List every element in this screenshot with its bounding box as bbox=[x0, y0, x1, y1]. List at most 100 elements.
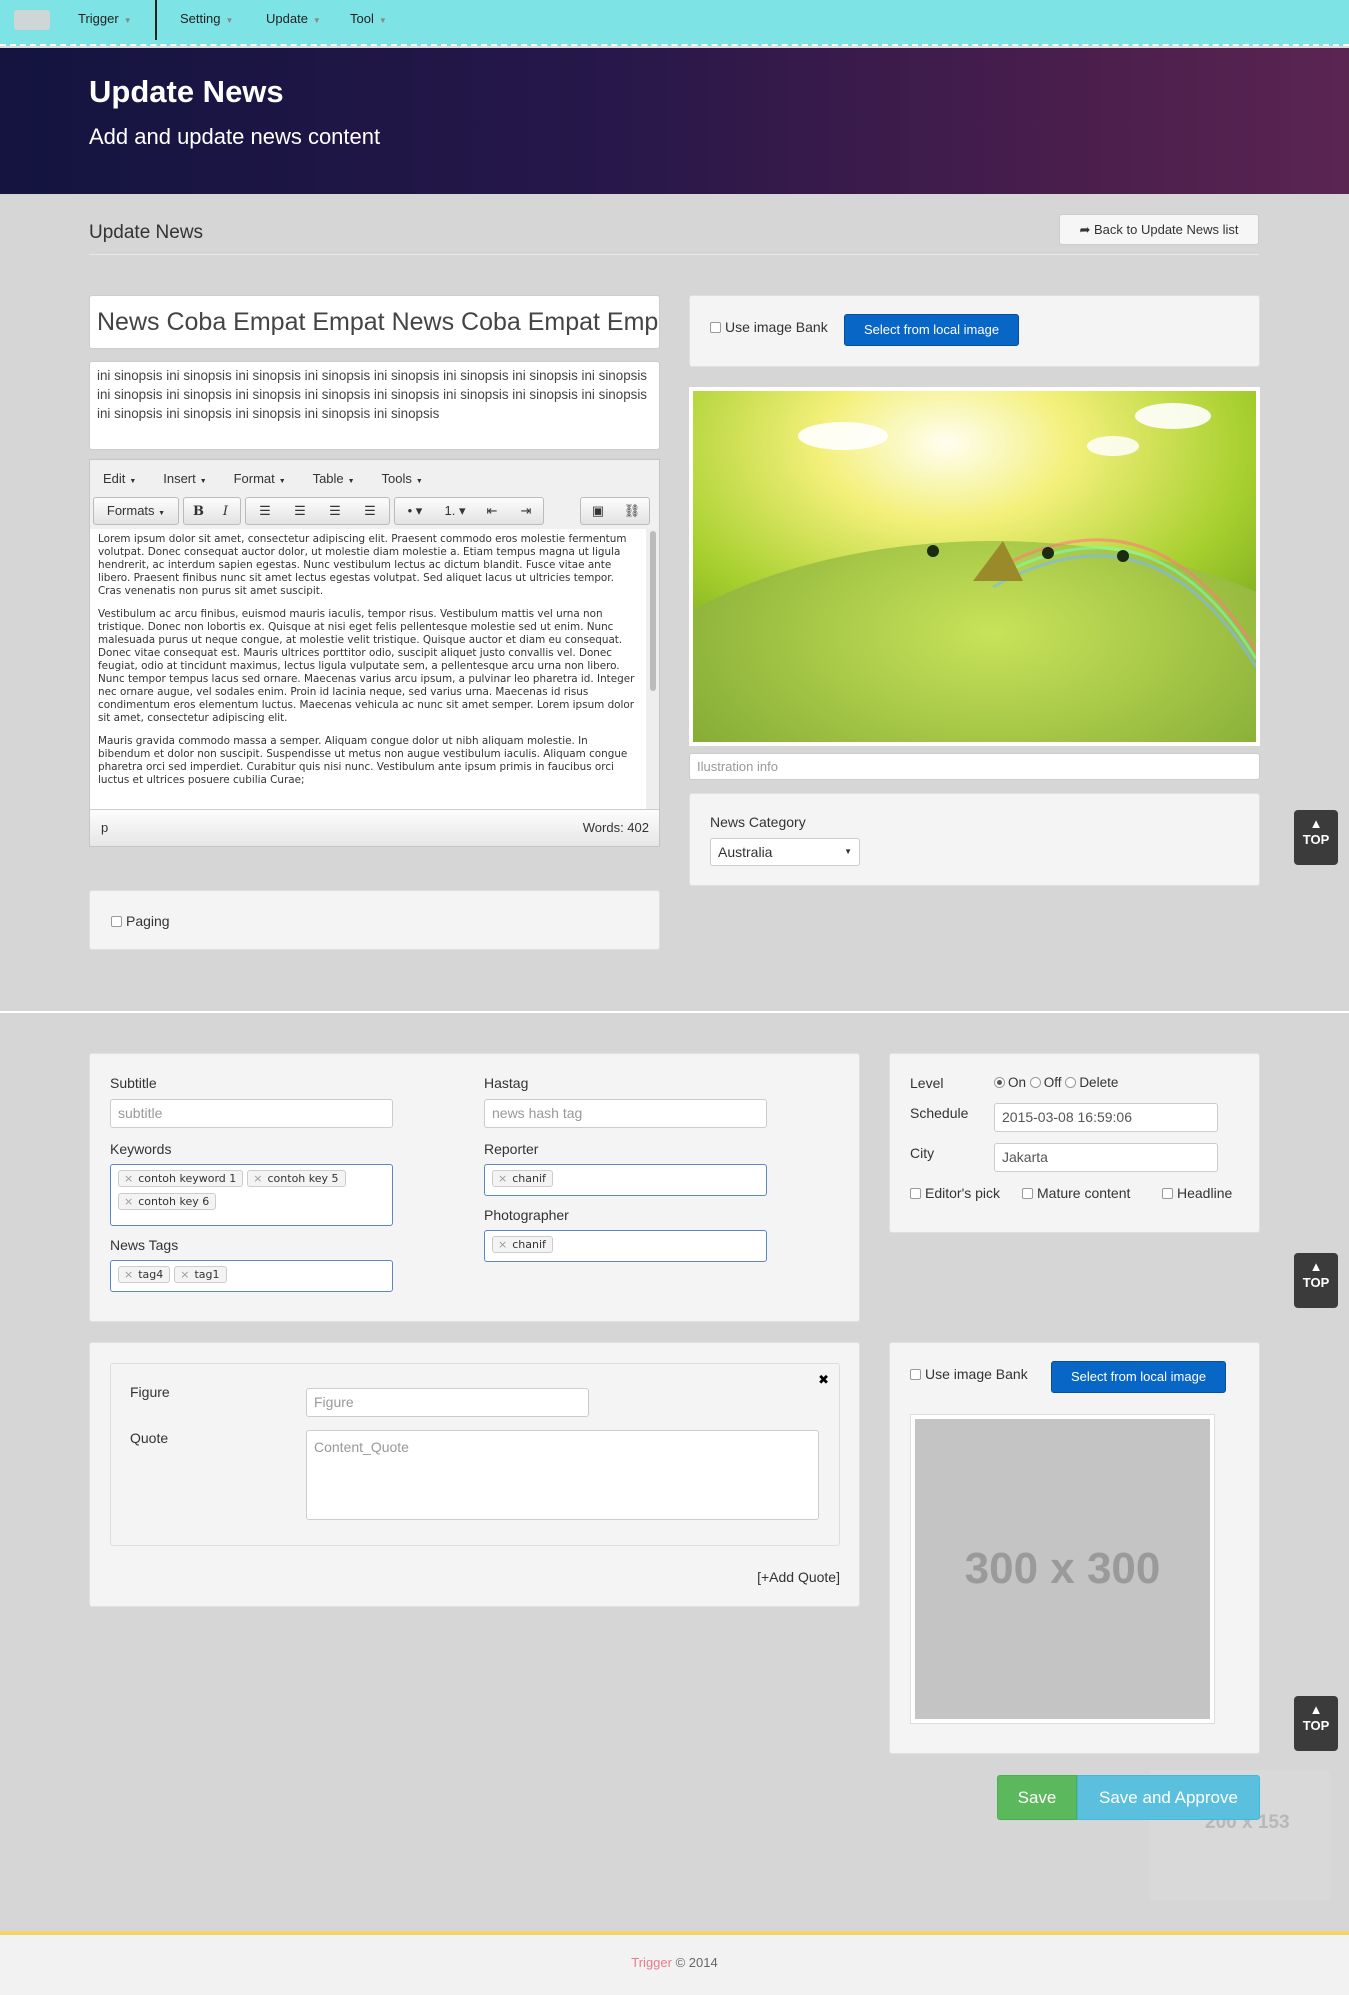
checkbox-icon[interactable] bbox=[111, 916, 122, 927]
formats-dropdown[interactable]: Formats ▼ bbox=[93, 497, 179, 525]
menu-edit[interactable]: Edit ▼ bbox=[103, 471, 136, 486]
nav-divider bbox=[155, 0, 157, 40]
checkbox-icon[interactable] bbox=[1022, 1188, 1033, 1199]
level-on-radio[interactable]: On bbox=[994, 1075, 1026, 1090]
remove-tag-icon[interactable]: × bbox=[124, 1195, 133, 1208]
metadata-panel: Subtitle subtitle Keywords × contoh keywo… bbox=[89, 1053, 860, 1322]
keywords-tag-input[interactable]: × contoh keyword 1 × contoh key 5 × contoh ke… bbox=[110, 1164, 393, 1226]
bold-icon[interactable]: B bbox=[185, 499, 212, 525]
reporter-tag[interactable]: × chanif bbox=[492, 1170, 553, 1187]
bullet-list-icon[interactable]: • ▾ bbox=[395, 498, 435, 524]
back-to-top-button[interactable]: ▲TOP bbox=[1294, 1696, 1338, 1751]
align-justify-icon[interactable]: ☰ bbox=[353, 498, 388, 524]
remove-tag-icon[interactable]: × bbox=[180, 1268, 189, 1281]
headline-input[interactable]: News Coba Empat Empat News Coba Empat Em… bbox=[89, 295, 660, 349]
checkbox-icon[interactable] bbox=[1162, 1188, 1173, 1199]
editor-content[interactable]: Lorem ipsum dolor sit amet, consectetur … bbox=[90, 529, 646, 809]
numbered-list-icon[interactable]: 1. ▾ bbox=[435, 498, 475, 524]
menu-table[interactable]: Table ▼ bbox=[313, 471, 355, 486]
figure-input[interactable]: Figure bbox=[306, 1388, 589, 1417]
photographer-tag[interactable]: × chanif bbox=[492, 1236, 553, 1253]
align-left-icon[interactable]: ☰ bbox=[248, 498, 283, 524]
city-input[interactable]: Jakarta bbox=[994, 1143, 1218, 1172]
image-placeholder[interactable]: 300 x 300 bbox=[915, 1419, 1210, 1719]
close-icon[interactable]: ✖ bbox=[818, 1372, 829, 1388]
select-local-image-button[interactable]: Select from local image bbox=[1051, 1361, 1226, 1393]
footer: Trigger © 2014 bbox=[0, 1931, 1349, 1995]
nav-update[interactable]: Update ▼ bbox=[266, 11, 321, 26]
add-quote-link[interactable]: [+Add Quote] bbox=[757, 1569, 840, 1585]
paging-checkbox[interactable]: Paging bbox=[111, 913, 170, 929]
news-tag[interactable]: × tag4 bbox=[118, 1266, 171, 1283]
radio-icon[interactable] bbox=[1029, 1077, 1041, 1088]
align-right-icon[interactable]: ☰ bbox=[318, 498, 353, 524]
news-tag[interactable]: × tag1 bbox=[174, 1266, 227, 1283]
back-to-top-button[interactable]: ▲TOP bbox=[1294, 810, 1338, 865]
quote-label: Quote bbox=[130, 1430, 169, 1446]
indent-icon[interactable]: ⇥ bbox=[509, 498, 543, 524]
menu-tools[interactable]: Tools ▼ bbox=[381, 471, 422, 486]
footer-brand-link[interactable]: Trigger bbox=[631, 1955, 672, 1970]
back-to-list-button[interactable]: ➦ Back to Update News list bbox=[1059, 214, 1259, 245]
mature-content-checkbox[interactable]: Mature content bbox=[1022, 1185, 1130, 1201]
back-to-top-button[interactable]: ▲TOP bbox=[1294, 1253, 1338, 1308]
level-off-radio[interactable]: Off bbox=[1029, 1075, 1062, 1090]
image-icon[interactable]: ▣ bbox=[581, 498, 615, 524]
quote-textarea[interactable]: Content_Quote bbox=[306, 1430, 819, 1520]
illustration-info-input[interactable]: Ilustration info bbox=[689, 753, 1260, 780]
checkbox-icon[interactable] bbox=[910, 1188, 921, 1199]
nav-setting[interactable]: Setting ▼ bbox=[180, 11, 233, 26]
top-label: TOP bbox=[1302, 1718, 1330, 1733]
link-icon[interactable]: ⛓ bbox=[615, 498, 649, 524]
schedule-input[interactable]: 2015-03-08 16:59:06 bbox=[994, 1103, 1218, 1132]
align-center-icon[interactable]: ☰ bbox=[283, 498, 318, 524]
radio-icon[interactable] bbox=[994, 1077, 1005, 1088]
image-source-panel: Use image Bank Select from local image bbox=[689, 295, 1260, 367]
keyword-tag[interactable]: × contoh key 6 bbox=[118, 1193, 217, 1210]
keyword-tag[interactable]: × contoh key 5 bbox=[247, 1170, 346, 1187]
caret-down-icon: ▼ bbox=[415, 478, 423, 485]
remove-tag-icon[interactable]: × bbox=[498, 1172, 507, 1185]
save-button[interactable]: Save bbox=[997, 1775, 1077, 1820]
remove-tag-icon[interactable]: × bbox=[124, 1172, 133, 1185]
remove-tag-icon[interactable]: × bbox=[124, 1268, 133, 1281]
editor-scrollbar[interactable] bbox=[647, 529, 659, 809]
checkbox-icon[interactable] bbox=[710, 322, 721, 333]
menu-insert[interactable]: Insert ▼ bbox=[163, 471, 206, 486]
news-tags-input[interactable]: × tag4 × tag1 bbox=[110, 1260, 393, 1292]
save-and-approve-button[interactable]: Save and Approve bbox=[1077, 1775, 1260, 1820]
reporter-tag-input[interactable]: × chanif bbox=[484, 1164, 767, 1196]
subtitle-input[interactable]: subtitle bbox=[110, 1099, 393, 1128]
level-delete-label: Delete bbox=[1079, 1075, 1119, 1090]
outdent-icon[interactable]: ⇤ bbox=[475, 498, 509, 524]
keyword-tag[interactable]: × contoh keyword 1 bbox=[118, 1170, 244, 1187]
menu-format[interactable]: Format ▼ bbox=[234, 471, 286, 486]
italic-icon[interactable]: I bbox=[212, 499, 239, 525]
select-local-image-button[interactable]: Select from local image bbox=[844, 314, 1019, 346]
checkbox-icon[interactable] bbox=[910, 1369, 921, 1380]
hashtag-input[interactable]: news hash tag bbox=[484, 1099, 767, 1128]
logo[interactable] bbox=[14, 10, 50, 30]
illustration-image[interactable] bbox=[693, 391, 1256, 742]
photographer-tag-input[interactable]: × chanif bbox=[484, 1230, 767, 1262]
bold-italic-group: BI bbox=[183, 497, 241, 525]
nav-tool[interactable]: Tool ▼ bbox=[350, 11, 387, 26]
headline-checkbox[interactable]: Headline bbox=[1162, 1185, 1232, 1201]
level-delete-radio[interactable]: Delete bbox=[1065, 1075, 1118, 1090]
editors-pick-checkbox[interactable]: Editor's pick bbox=[910, 1185, 1000, 1201]
nav-trigger[interactable]: Trigger ▼ bbox=[78, 11, 132, 26]
radio-icon[interactable] bbox=[1065, 1077, 1077, 1088]
synopsis-textarea[interactable]: ini sinopsis ini sinopsis ini sinopsis i… bbox=[89, 361, 660, 450]
category-select[interactable]: Australia ▼ bbox=[710, 838, 860, 866]
remove-tag-icon[interactable]: × bbox=[253, 1172, 262, 1185]
remove-tag-icon[interactable]: × bbox=[498, 1238, 507, 1251]
chevron-up-icon: ▲ bbox=[1309, 1702, 1323, 1717]
hero-title: Update News bbox=[89, 74, 284, 109]
use-image-bank-checkbox[interactable]: Use image Bank bbox=[710, 319, 828, 335]
keyword-tag-label: contoh keyword 1 bbox=[138, 1172, 237, 1185]
mature-content-label: Mature content bbox=[1037, 1185, 1131, 1201]
paging-label: Paging bbox=[126, 913, 170, 929]
scrollbar-thumb[interactable] bbox=[650, 531, 656, 691]
use-image-bank-checkbox[interactable]: Use image Bank bbox=[910, 1366, 1028, 1382]
nav-tool-label: Tool bbox=[350, 11, 374, 26]
